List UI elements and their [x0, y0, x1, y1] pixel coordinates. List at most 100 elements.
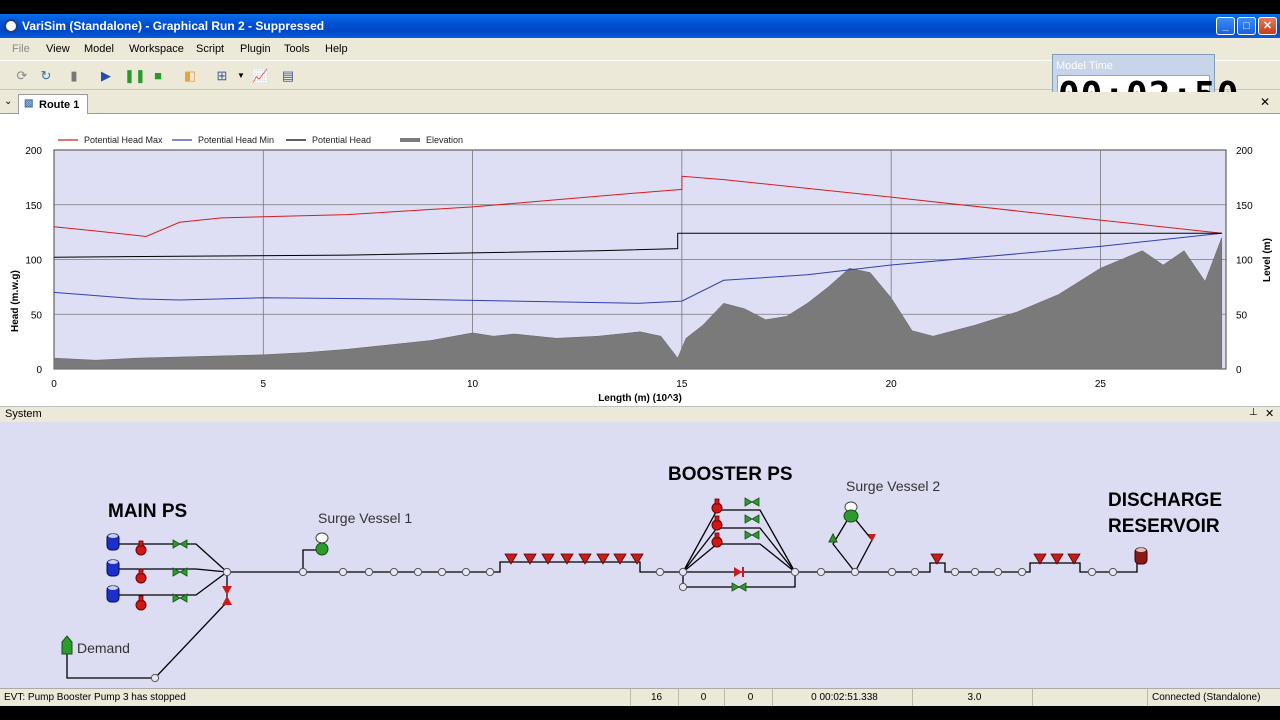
report-icon[interactable]: ▤ — [280, 68, 296, 84]
booster-valve-1a[interactable] — [744, 497, 760, 507]
main-ps-pumps — [135, 540, 147, 611]
legend-label: Potential Head Min — [198, 135, 274, 145]
booster-pumps — [711, 498, 723, 548]
bypass-valve[interactable] — [731, 582, 747, 592]
pin-icon[interactable]: ⊥ — [1249, 407, 1258, 418]
booster-pump-2[interactable] — [711, 515, 723, 531]
chart-svg: Potential Head Max Potential Head Min Pote… — [10, 135, 1273, 404]
booster-pump-3[interactable] — [711, 532, 723, 548]
discharge-reservoir[interactable] — [1134, 547, 1148, 565]
schematic-svg: MAIN PS BOOSTER PS DISCHARGE RESERVOIR S… — [61, 464, 1222, 683]
split-icon[interactable]: ▮ — [66, 68, 82, 84]
x-tick-label: 15 — [676, 379, 688, 390]
main-pump-2[interactable] — [135, 568, 147, 584]
bypass-check-2[interactable] — [222, 596, 232, 605]
route-profile-chart: Potential Head Max Potential Head Min Pote… — [0, 114, 1280, 416]
booster-ps-label: BOOSTER PS — [668, 464, 793, 485]
legend-item: Elevation — [400, 135, 463, 145]
menu-view[interactable]: View — [46, 43, 70, 55]
x-tick-label: 0 — [51, 379, 57, 390]
y-right-tick-label: 50 — [1236, 310, 1248, 321]
close-button[interactable]: ✕ — [1258, 17, 1277, 35]
y-right-tick-label: 0 — [1236, 365, 1242, 376]
menu-script[interactable]: Script — [196, 43, 224, 55]
minimize-button[interactable]: _ — [1216, 17, 1235, 35]
main-pump-1[interactable] — [135, 540, 147, 556]
y-axis-label: Head (m.w.g) — [10, 270, 21, 332]
pipeline-nodes — [150, 567, 1118, 683]
demand-node[interactable] — [61, 635, 73, 655]
snapshot-icon[interactable]: ◧ — [182, 68, 198, 84]
legend-item: Potential Head — [286, 135, 371, 145]
open-icon[interactable]: ⟳ — [14, 68, 30, 84]
discharge-label: DISCHARGE — [1108, 490, 1222, 511]
x-tick-label: 10 — [467, 379, 479, 390]
status-bar: EVT: Pump Booster Pump 3 has stopped 16 … — [0, 688, 1280, 706]
app-icon — [4, 19, 18, 33]
app-window: VariSim (Standalone) - Graphical Run 2 -… — [0, 14, 1280, 706]
close-panel-icon[interactable]: ✕ — [1265, 407, 1274, 420]
tab-label: Route 1 — [39, 99, 80, 111]
x-tick-label: 5 — [261, 379, 267, 390]
legend-item: Potential Head Max — [58, 135, 163, 145]
booster-bypass-check[interactable] — [734, 567, 744, 577]
title-bar: VariSim (Standalone) - Graphical Run 2 -… — [0, 14, 1280, 38]
menu-tools[interactable]: Tools — [284, 43, 310, 55]
x-tick-label: 20 — [886, 379, 898, 390]
play-icon[interactable]: ▶ — [98, 68, 114, 84]
demand-label: Demand — [77, 640, 130, 656]
system-schematic: MAIN PS BOOSTER PS DISCHARGE RESERVOIR S… — [0, 422, 1280, 688]
legend-label: Potential Head Max — [84, 135, 163, 145]
y-axis-right-label: Level (m) — [1262, 238, 1273, 282]
y-tick-label: 50 — [31, 310, 43, 321]
y-right-tick-label: 200 — [1236, 146, 1253, 157]
menu-file[interactable]: File — [12, 43, 30, 55]
status-count: 16 — [630, 689, 678, 706]
tank-1[interactable] — [106, 533, 120, 551]
x-axis-label: Length (m) (10^3) — [598, 393, 682, 404]
window-title: VariSim (Standalone) - Graphical Run 2 -… — [22, 19, 325, 33]
status-connection: Connected (Standalone) — [1147, 689, 1280, 706]
surge-vessel-1[interactable] — [315, 532, 329, 556]
bypass-check-1[interactable] — [222, 586, 232, 595]
route-icon: ▧ — [24, 98, 34, 109]
legend-label: Potential Head — [312, 135, 371, 145]
system-panel-header: System ⊥ ✕ — [0, 406, 1280, 422]
menu-plugin[interactable]: Plugin — [240, 43, 271, 55]
menu-help[interactable]: Help — [325, 43, 348, 55]
tab-route-1[interactable]: ▧ Route 1 — [18, 94, 88, 114]
stop-icon[interactable]: ■ — [150, 68, 166, 84]
reservoir-label: RESERVOIR — [1108, 516, 1220, 537]
booster-valve-3a[interactable] — [744, 530, 760, 540]
main-pump-3[interactable] — [135, 595, 147, 611]
y-tick-label: 150 — [25, 201, 42, 212]
surge-vessel-1-label: Surge Vessel 1 — [318, 510, 412, 526]
graph-icon[interactable]: 📈 — [252, 68, 268, 84]
status-field-3: 0 — [724, 689, 772, 706]
legend-label: Elevation — [426, 135, 463, 145]
status-field-2: 0 — [678, 689, 724, 706]
main-ps-label: MAIN PS — [108, 501, 187, 522]
booster-valve-2a[interactable] — [744, 514, 760, 524]
main-ps-tanks — [106, 533, 120, 603]
tank-2[interactable] — [106, 559, 120, 577]
status-speed: 3.0 — [912, 689, 1032, 706]
chevron-down-icon[interactable]: ▼ — [236, 68, 246, 84]
surge-vessel-2-label: Surge Vessel 2 — [846, 478, 940, 494]
y-tick-label: 100 — [25, 256, 42, 267]
valve-1[interactable] — [172, 539, 188, 549]
menu-model[interactable]: Model — [84, 43, 114, 55]
tank-3[interactable] — [106, 585, 120, 603]
maximize-button[interactable]: □ — [1237, 17, 1256, 35]
network-icon[interactable]: ⊞ — [214, 68, 230, 84]
chevron-down-icon[interactable]: ⌄ — [4, 96, 12, 107]
refresh-icon[interactable]: ↻ — [38, 68, 54, 84]
close-tab-icon[interactable]: ✕ — [1260, 95, 1270, 109]
document-tabs: ⌄ ▧ Route 1 ✕ — [0, 92, 1280, 114]
booster-pump-1[interactable] — [711, 498, 723, 514]
y-tick-label: 200 — [25, 146, 42, 157]
y-right-tick-label: 150 — [1236, 201, 1253, 212]
pause-icon[interactable]: ❚❚ — [124, 68, 146, 84]
model-time-label: Model Time — [1056, 60, 1113, 72]
menu-workspace[interactable]: Workspace — [129, 43, 184, 55]
